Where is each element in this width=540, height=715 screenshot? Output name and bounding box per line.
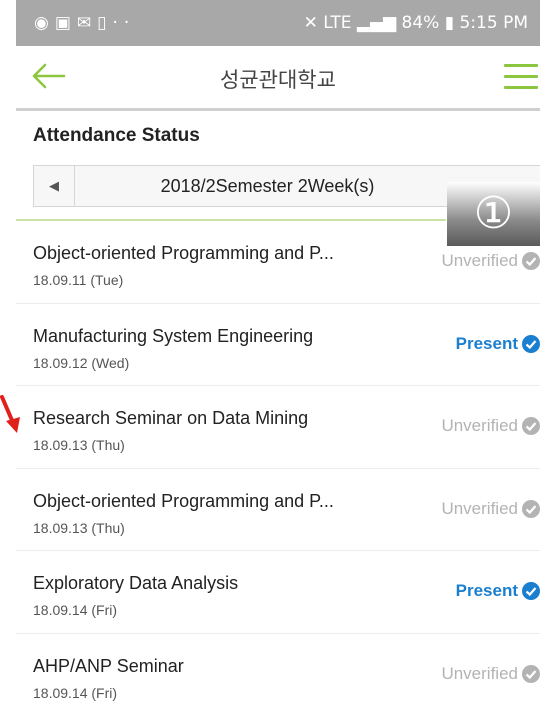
check-circle-icon xyxy=(522,500,540,518)
list-item[interactable]: Object-oriented Programming and P... 18.… xyxy=(16,469,540,552)
menu-button[interactable] xyxy=(504,64,538,90)
mail-icon: ✉ xyxy=(77,13,97,33)
hamburger-icon-bar-3 xyxy=(504,86,538,89)
battery-icon: ▮ xyxy=(445,13,454,33)
class-date: 18.09.12 (Wed) xyxy=(33,355,129,371)
status-label: Present xyxy=(456,334,518,354)
app-bar: 성균관대학교 xyxy=(16,46,540,111)
status-badge: Unverified xyxy=(441,251,540,271)
check-circle-icon xyxy=(522,417,540,435)
class-date: 18.09.13 (Thu) xyxy=(33,437,125,453)
app-icon: ◉ xyxy=(34,13,55,33)
list-item[interactable]: Object-oriented Programming and P... 18.… xyxy=(16,221,540,304)
previous-week-button[interactable]: ◀ xyxy=(34,166,75,206)
list-item[interactable]: AHP/ANP Seminar 18.09.14 (Fri) Unverifie… xyxy=(16,634,540,715)
caret-left-icon: ◀ xyxy=(49,178,59,193)
class-date: 18.09.14 (Fri) xyxy=(33,685,117,701)
check-circle-icon xyxy=(522,335,540,353)
check-circle-icon xyxy=(522,252,540,270)
course-title: Exploratory Data Analysis xyxy=(33,573,238,594)
status-badge: Present xyxy=(456,581,540,601)
status-bar: ◉▣✉▯·· ✕ LTE ▂▄▆ 84% ▮ 5:15 PM xyxy=(16,0,540,46)
course-title: Object-oriented Programming and P... xyxy=(33,243,334,264)
check-circle-icon xyxy=(522,665,540,683)
status-badge: Unverified xyxy=(441,664,540,684)
clock: 5:15 PM xyxy=(460,13,529,33)
image-icon: ▣ xyxy=(55,13,77,33)
status-notification-icons: ◉▣✉▯·· xyxy=(34,13,135,33)
status-badge: Unverified xyxy=(441,416,540,436)
class-date: 18.09.14 (Fri) xyxy=(33,602,117,618)
list-item[interactable]: Manufacturing System Engineering 18.09.1… xyxy=(16,304,540,387)
check-circle-icon xyxy=(522,582,540,600)
status-label: Present xyxy=(456,581,518,601)
attendance-list: Object-oriented Programming and P... 18.… xyxy=(16,221,540,715)
annotation-arrow-icon xyxy=(0,395,24,435)
status-label: Unverified xyxy=(441,664,518,684)
hamburger-icon-bar-1 xyxy=(504,64,538,67)
signal-text: LTE xyxy=(323,13,351,33)
status-system-info: ✕ LTE ▂▄▆ 84% ▮ 5:15 PM xyxy=(304,13,528,33)
course-title: AHP/ANP Seminar xyxy=(33,656,184,677)
battery-percent: 84% xyxy=(402,13,440,33)
list-item[interactable]: Research Seminar on Data Mining 18.09.13… xyxy=(16,386,540,469)
status-label: Unverified xyxy=(441,499,518,519)
status-badge: Unverified xyxy=(441,499,540,519)
course-title: Object-oriented Programming and P... xyxy=(33,491,334,512)
list-item[interactable]: Exploratory Data Analysis 18.09.14 (Fri)… xyxy=(16,551,540,634)
class-date: 18.09.11 (Tue) xyxy=(33,272,123,288)
course-title: Research Seminar on Data Mining xyxy=(33,408,308,429)
mute-icon: ✕ xyxy=(304,13,318,33)
page-title: 성균관대학교 xyxy=(16,64,540,94)
status-badge: Present xyxy=(456,334,540,354)
more-icon: ·· xyxy=(113,13,136,33)
section-title: Attendance Status xyxy=(33,125,200,147)
class-date: 18.09.13 (Thu) xyxy=(33,520,125,536)
mobile-icon: ▯ xyxy=(97,13,112,33)
course-title: Manufacturing System Engineering xyxy=(33,326,313,347)
status-label: Unverified xyxy=(441,251,518,271)
status-label: Unverified xyxy=(441,416,518,436)
hamburger-icon-bar-2 xyxy=(504,75,538,78)
signal-icon: ▂▄▆ xyxy=(357,13,396,33)
